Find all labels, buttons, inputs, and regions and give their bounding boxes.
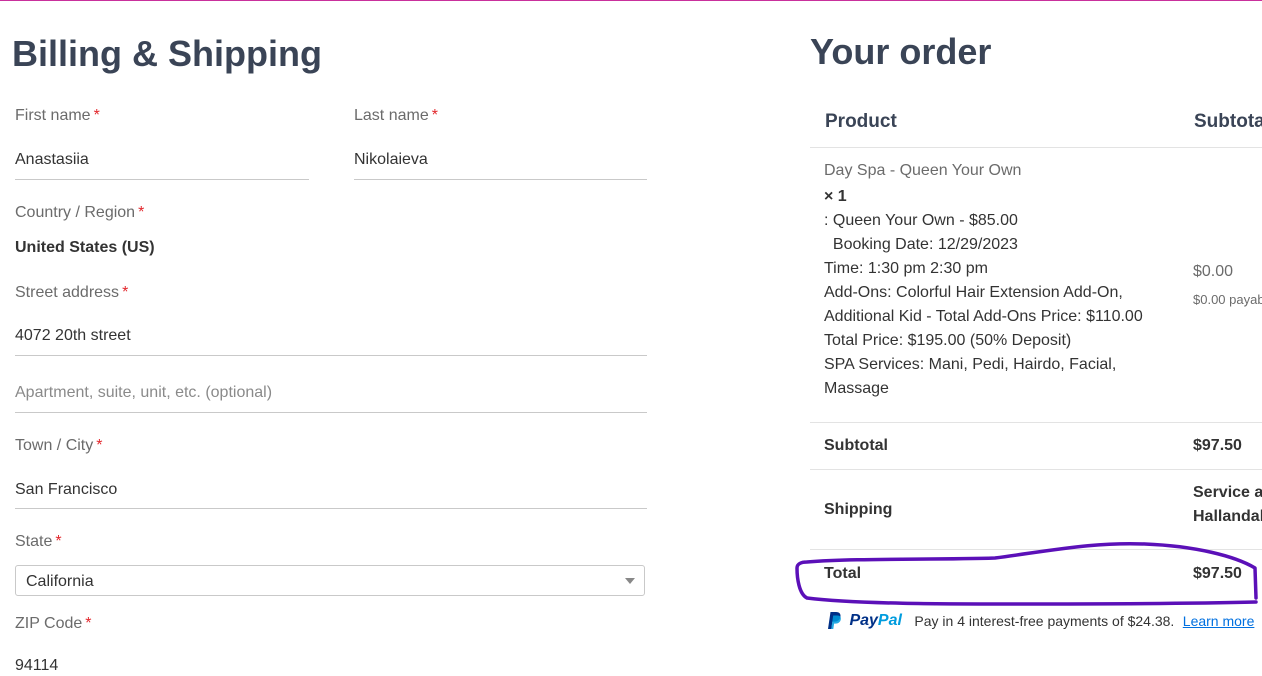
zip-label: ZIP Code * [15, 614, 92, 634]
header-divider [810, 147, 1262, 148]
city-label-text: Town / City [15, 437, 94, 454]
item-detail-line: Booking Date: 12/29/2023 [824, 236, 1018, 253]
item-detail-line: Additional Kid - Total Add-Ons Price: $1… [824, 308, 1143, 325]
item-detail-line: Massage [824, 380, 889, 397]
city-field[interactable]: San Francisco [15, 480, 645, 500]
street-label: Street address * [15, 283, 128, 303]
paypal-message: PayPal Pay in 4 interest-free payments o… [825, 611, 1254, 631]
zip-field[interactable]: 94114 [15, 656, 58, 676]
country-value: United States (US) [15, 239, 155, 256]
item-detail-line: Add-Ons: Colorful Hair Extension Add-On, [824, 284, 1123, 301]
street-address-field[interactable]: 4072 20th street [15, 326, 645, 346]
last-name-underline [354, 179, 647, 180]
total-value: $97.50 [1193, 565, 1242, 582]
item-quantity: × 1 [824, 188, 847, 205]
last-name-label: Last name * [354, 106, 438, 126]
shipping-method-line2: Hallandale [1193, 508, 1262, 525]
required-marker: * [55, 533, 62, 550]
item-details: : Queen Your Own - $85.00 Booking Date: … [824, 209, 1143, 401]
zip-label-text: ZIP Code [15, 615, 83, 632]
required-marker: * [431, 107, 438, 124]
required-marker: * [122, 284, 129, 301]
shipping-divider [810, 549, 1262, 550]
city-label: Town / City * [15, 436, 102, 456]
item-price-note: $0.00 payable [1193, 292, 1262, 307]
last-name-field[interactable]: Nikolaieva [354, 150, 644, 170]
first-name-field[interactable]: Anastasiia [15, 150, 305, 170]
required-marker: * [93, 107, 100, 124]
billing-title: Billing & Shipping [12, 33, 322, 74]
subtotal-value: $97.50 [1193, 437, 1242, 454]
apartment-field[interactable]: Apartment, suite, unit, etc. (optional) [15, 383, 645, 403]
subtotal-label: Subtotal [824, 437, 888, 454]
paypal-wordmark: PayPal [849, 612, 901, 629]
state-select-value: California [26, 573, 94, 590]
paypal-wordmark-pay: Pay [849, 611, 878, 629]
item-detail-line: Time: 1:30 pm 2:30 pm [824, 260, 988, 277]
shipping-label: Shipping [824, 501, 893, 518]
subtotal-divider [810, 469, 1262, 470]
shipping-method-line1: Service at [1193, 484, 1262, 501]
item-name: Day Spa - Queen Your Own [824, 162, 1022, 179]
learn-more-link[interactable]: Learn more [1183, 613, 1255, 629]
first-name-label-text: First name [15, 107, 91, 124]
paypal-wordmark-pal: Pal [877, 611, 902, 629]
item-detail-line: SPA Services: Mani, Pedi, Hairdo, Facial… [824, 356, 1117, 373]
last-name-label-text: Last name [354, 107, 429, 124]
state-select[interactable]: California [15, 565, 645, 596]
paypal-pay-later-text: Pay in 4 interest-free payments of $24.3… [914, 612, 1175, 629]
product-column-header: Product [825, 111, 897, 132]
state-label: State * [15, 532, 62, 552]
dropdown-caret-icon [625, 578, 635, 584]
street-underline [15, 355, 647, 356]
required-marker: * [85, 615, 92, 632]
street-label-text: Street address [15, 284, 120, 301]
required-marker: * [138, 204, 145, 221]
order-title: Your order [810, 31, 992, 72]
city-underline [15, 508, 647, 509]
apartment-underline [15, 412, 647, 413]
subtotal-column-header: Subtotal [1194, 111, 1262, 132]
first-name-label: First name * [15, 106, 100, 126]
item-price: $0.00 [1193, 263, 1234, 280]
country-label: Country / Region * [15, 203, 144, 223]
total-label: Total [824, 565, 862, 582]
billing-section: Billing & Shipping First name * Anastasii… [0, 0, 700, 674]
paypal-logo-icon [828, 612, 841, 629]
item-detail-line: : Queen Your Own - $85.00 [824, 212, 1018, 229]
state-label-text: State [15, 533, 53, 550]
item-detail-line: Total Price: $195.00 (50% Deposit) [824, 332, 1072, 349]
first-name-underline [15, 179, 309, 180]
order-review: Your order Product Subtotal Day Spa - Qu… [780, 0, 1262, 667]
required-marker: * [96, 437, 103, 454]
country-label-text: Country / Region [15, 204, 136, 221]
item-divider [810, 422, 1262, 423]
